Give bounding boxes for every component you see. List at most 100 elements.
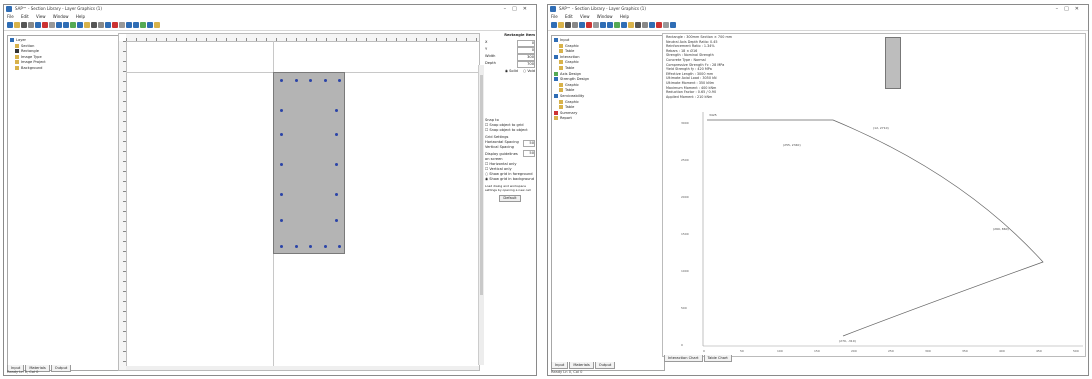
toolbar-button[interactable] [63, 22, 69, 28]
rebar-dot[interactable] [338, 245, 341, 248]
rebar-dot[interactable] [280, 163, 283, 166]
toolbar-button[interactable] [565, 22, 571, 28]
toolbar-button[interactable] [126, 22, 132, 28]
toolbar-button[interactable] [119, 22, 125, 28]
rebar-dot[interactable] [335, 219, 338, 222]
rebar-dot[interactable] [280, 245, 283, 248]
tab-input[interactable]: Input [551, 362, 569, 369]
menu-view[interactable]: View [36, 14, 46, 19]
toolbar-button[interactable] [77, 22, 83, 28]
tree-item[interactable]: Background [10, 65, 118, 72]
toolbar-button[interactable] [35, 22, 41, 28]
tree-item[interactable]: Report [554, 116, 662, 122]
radio-void[interactable]: ○ Void [523, 69, 535, 73]
rebar-dot[interactable] [280, 79, 283, 82]
v-spacing-input[interactable]: 50 [523, 150, 535, 157]
results-view[interactable]: Rectangle : 300mm Section × 700 mm Neutra… [662, 33, 1086, 357]
toolbar-button[interactable] [70, 22, 76, 28]
menu-edit[interactable]: Edit [21, 14, 29, 19]
menu-edit[interactable]: Edit [565, 14, 573, 19]
prop-input[interactable]: 0 [517, 40, 535, 47]
rebar-dot[interactable] [280, 219, 283, 222]
toolbar-button[interactable] [91, 22, 97, 28]
menu-file[interactable]: File [551, 14, 558, 19]
toolbar-button[interactable] [663, 22, 669, 28]
drawing-canvas[interactable] [118, 33, 480, 371]
toolbar-button[interactable] [133, 22, 139, 28]
toolbar-button[interactable] [593, 22, 599, 28]
radio-solid[interactable]: ◉ Solid [505, 69, 518, 73]
toolbar-button[interactable] [42, 22, 48, 28]
toolbar-button[interactable] [14, 22, 20, 28]
rebar-dot[interactable] [309, 79, 312, 82]
toolbar-button[interactable] [7, 22, 13, 28]
rebar-dot[interactable] [294, 245, 298, 248]
toolbar-button[interactable] [579, 22, 585, 28]
rebar-dot[interactable] [335, 163, 338, 166]
rebar-dot[interactable] [280, 109, 283, 112]
toolbar-button[interactable] [112, 22, 118, 28]
toolbar-button[interactable] [670, 22, 676, 28]
rebar-dot[interactable] [335, 193, 338, 196]
menu-help[interactable]: Help [620, 14, 629, 19]
canvas-scrollbar[interactable] [478, 65, 484, 365]
x-tick-label: 50 [740, 349, 744, 353]
rebar-dot[interactable] [280, 133, 283, 136]
menu-window[interactable]: Window [597, 14, 613, 19]
rebar-dot[interactable] [280, 193, 283, 196]
toolbar-button[interactable] [656, 22, 662, 28]
curve-point-label: (260, 860) [993, 227, 1009, 231]
toolbar-button[interactable] [49, 22, 55, 28]
rebar-dot[interactable] [309, 245, 312, 248]
toolbar-button[interactable] [586, 22, 592, 28]
menu-file[interactable]: File [7, 14, 14, 19]
toolbar-button[interactable] [628, 22, 634, 28]
rebar-dot[interactable] [323, 79, 327, 82]
toolbar-button[interactable] [635, 22, 641, 28]
tab-materials[interactable]: Materials [569, 362, 594, 369]
toolbar-button[interactable] [600, 22, 606, 28]
toolbar-button[interactable] [140, 22, 146, 28]
rebar-dot[interactable] [335, 109, 338, 112]
prop-input[interactable]: 700 [517, 61, 535, 68]
toolbar-button[interactable] [56, 22, 62, 28]
toolbar-button[interactable] [558, 22, 564, 28]
menu-window[interactable]: Window [53, 14, 69, 19]
toolbar-button[interactable] [21, 22, 27, 28]
rebar-dot[interactable] [335, 133, 338, 136]
default-button[interactable]: Default [499, 195, 521, 202]
tab-interaction-chart[interactable]: Interaction Chart [664, 355, 703, 362]
rebar-dot[interactable] [338, 79, 341, 82]
toolbar-button[interactable] [84, 22, 90, 28]
toolbar-button[interactable] [98, 22, 104, 28]
scroll-thumb[interactable] [480, 75, 483, 295]
rectangle-section[interactable] [273, 72, 345, 254]
toolbar-button[interactable] [621, 22, 627, 28]
toolbar-button[interactable] [147, 22, 153, 28]
toolbar-button[interactable] [607, 22, 613, 28]
toolbar-button[interactable] [105, 22, 111, 28]
tree-node-icon [554, 71, 558, 76]
toolbar-button[interactable] [551, 22, 557, 28]
prop-input[interactable]: 0 [517, 47, 535, 54]
menu-view[interactable]: View [580, 14, 590, 19]
h-spacing-input[interactable]: 50 [523, 140, 535, 147]
toolbar-button[interactable] [642, 22, 648, 28]
toolbar-button[interactable] [614, 22, 620, 28]
status-bar: Ready Ln 0, Col 0 [7, 370, 39, 374]
toolbar-button[interactable] [572, 22, 578, 28]
menu-help[interactable]: Help [76, 14, 85, 19]
prop-input[interactable]: 300 [517, 54, 535, 61]
toolbar-button[interactable] [649, 22, 655, 28]
toolbar-button[interactable] [154, 22, 160, 28]
tab-output[interactable]: Output [594, 362, 616, 369]
tab-table-chart[interactable]: Table Chart [703, 355, 732, 362]
section-icon [15, 43, 19, 48]
toolbar-button[interactable] [28, 22, 34, 28]
checkbox-snap-object[interactable]: ☐ Snap object to object [485, 128, 535, 133]
radio-grid-background[interactable]: ◉ Show grid in background [485, 177, 535, 182]
rebar-dot[interactable] [294, 79, 298, 82]
rebar-dot[interactable] [323, 245, 327, 248]
window-controls[interactable]: –□✕ [504, 5, 533, 13]
window-controls[interactable]: –□✕ [1056, 5, 1085, 13]
